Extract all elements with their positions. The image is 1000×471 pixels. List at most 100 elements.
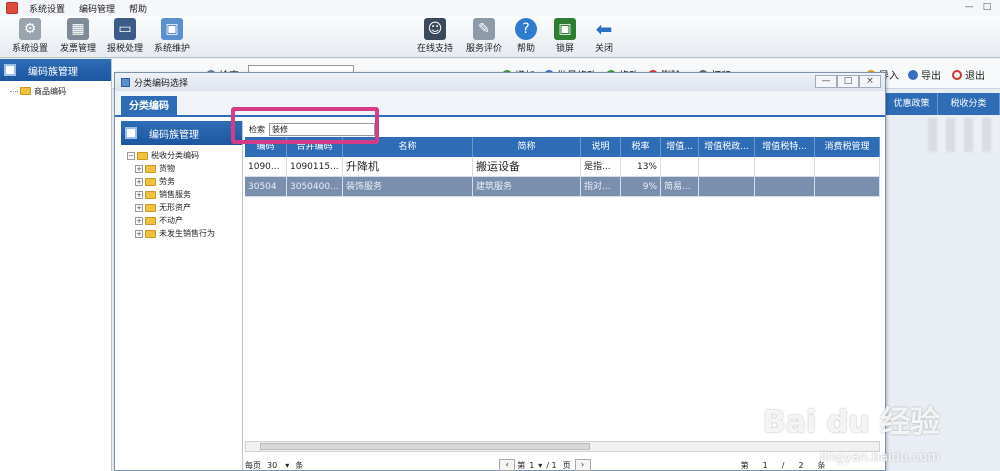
- tree-item-real-estate[interactable]: + 不动产: [121, 214, 242, 227]
- record-sep: /: [781, 460, 785, 470]
- tab-category-code[interactable]: 分类编码: [121, 96, 177, 117]
- export-icon: [908, 69, 918, 80]
- tax-code-tree-header: 编码族管理: [121, 121, 242, 145]
- code-family-pane: 编码族管理 商品编码: [0, 59, 112, 471]
- tree-item-intangible-assets[interactable]: + 无形资产: [121, 201, 242, 214]
- tree-item-labor[interactable]: + 劳务: [121, 175, 242, 188]
- table-row-selected[interactable]: 30504 3050400... 装饰服务 建筑服务 指对... 9% 简易..…: [245, 177, 880, 197]
- tree-item-label: 销售服务: [159, 190, 191, 199]
- pane-icon: [4, 64, 16, 76]
- tree-root-tax-code[interactable]: − 税收分类编码: [121, 149, 242, 162]
- expand-icon[interactable]: +: [135, 190, 143, 199]
- dialog-icon: [121, 77, 130, 87]
- blurred-content: [928, 118, 998, 152]
- minimize-button[interactable]: —: [962, 1, 976, 14]
- bg-column-header: 税收分类: [938, 93, 1000, 115]
- tree-item-label: 未发生销售行为: [159, 229, 215, 238]
- system-settings-label: 系统设置: [11, 44, 48, 54]
- monitor-icon: ▭: [114, 18, 136, 40]
- tree-item-goods[interactable]: + 货物: [121, 162, 242, 175]
- table-cell: 1090...: [245, 157, 287, 176]
- maintenance-icon: ▣: [161, 18, 183, 40]
- column-header[interactable]: 增值税特...: [755, 137, 815, 157]
- invoice-management-button[interactable]: ▦ 发票管理: [54, 18, 102, 56]
- search-highlight-frame: [231, 107, 379, 144]
- horizontal-scrollbar[interactable]: [245, 441, 880, 452]
- dialog-maximize-button[interactable]: □: [837, 75, 859, 88]
- dialog-minimize-button[interactable]: —: [815, 75, 837, 88]
- column-header[interactable]: 税率: [621, 137, 661, 157]
- column-header[interactable]: 消费税管理: [815, 137, 880, 157]
- page-total: / 1: [546, 460, 557, 470]
- gear-icon: ⚙: [19, 18, 41, 40]
- table-cell: 建筑服务: [473, 177, 581, 196]
- per-page-label: 每页: [245, 460, 261, 470]
- tax-code-table: 编码 合并编码 名称 简称 说明 税率 增值... 增值税政... 增值税特..…: [245, 137, 880, 197]
- lock-screen-label: 锁屏: [555, 44, 574, 54]
- table-cell: 指对...: [581, 177, 621, 196]
- column-header[interactable]: 简称: [473, 137, 581, 157]
- baidu-jingyan-watermark: Bai du 经验: [762, 405, 940, 440]
- menu-help[interactable]: 帮助: [122, 2, 154, 15]
- menu-bar: 系统设置 编码管理 帮助 — □: [0, 0, 1000, 16]
- table-cell: [755, 157, 815, 176]
- tax-filing-label: 报税处理: [106, 44, 143, 54]
- collapse-icon[interactable]: −: [127, 151, 135, 160]
- online-support-button[interactable]: ☺ 在线支持: [411, 18, 459, 56]
- page-label-pre: 第: [517, 460, 526, 470]
- per-page-select[interactable]: 30: [267, 461, 277, 470]
- main-toolbar: ⚙ 系统设置 ▦ 发票管理 ▭ 报税处理 ▣ 系统维护 ☺ 在线支持 ✎ 服务评…: [0, 16, 1000, 58]
- menu-system-settings[interactable]: 系统设置: [22, 2, 72, 15]
- close-label: 关闭: [594, 44, 613, 54]
- close-button[interactable]: ⬅ 关闭: [580, 18, 628, 56]
- expand-icon[interactable]: +: [135, 229, 143, 238]
- exit-button[interactable]: 退出: [952, 67, 985, 82]
- prev-page-button[interactable]: ‹: [499, 459, 516, 471]
- record-label-pre: 第: [740, 460, 749, 470]
- rating-icon: ✎: [473, 18, 495, 40]
- dialog-titlebar: 分类编码选择 — □ ×: [115, 73, 885, 91]
- per-page-unit: 条: [295, 460, 304, 470]
- table-cell: 13%: [621, 157, 661, 176]
- table-cell: [699, 177, 755, 196]
- service-rating-button[interactable]: ✎ 服务评价: [460, 18, 508, 56]
- tree-item-product-code[interactable]: 商品编码: [0, 84, 111, 98]
- export-button[interactable]: 导出: [908, 67, 941, 82]
- tree-item-no-sales[interactable]: + 未发生销售行为: [121, 227, 242, 240]
- current-page-input[interactable]: 1: [529, 461, 534, 470]
- table-cell: [661, 157, 699, 176]
- tax-filing-button[interactable]: ▭ 报税处理: [101, 18, 149, 56]
- table-cell: 装饰服务: [343, 177, 473, 196]
- lock-screen-icon: ▣: [554, 18, 576, 40]
- menu-code-management[interactable]: 编码管理: [72, 2, 122, 15]
- folder-icon: [145, 229, 156, 238]
- chevron-down-icon[interactable]: ▾: [538, 461, 542, 470]
- tree-item-label: 货物: [159, 164, 175, 173]
- column-header[interactable]: 说明: [581, 137, 621, 157]
- maximize-button[interactable]: □: [980, 1, 994, 14]
- chevron-down-icon[interactable]: ▾: [285, 461, 289, 470]
- exit-label: 退出: [965, 71, 985, 82]
- close-arrow-icon: ⬅: [595, 17, 613, 41]
- expand-icon[interactable]: +: [135, 177, 143, 186]
- table-cell: 30504: [245, 177, 287, 196]
- table-cell: 9%: [621, 177, 661, 196]
- system-settings-button[interactable]: ⚙ 系统设置: [6, 18, 54, 56]
- table-cell: [815, 157, 880, 176]
- table-cell: 简易...: [661, 177, 699, 196]
- table-row[interactable]: 1090... 1090115... 升降机 搬运设备 是指... 13%: [245, 157, 880, 177]
- code-family-pane-header: 编码族管理: [0, 59, 111, 81]
- table-cell: [755, 177, 815, 196]
- dialog-close-button[interactable]: ×: [859, 75, 881, 88]
- column-header[interactable]: 增值税政...: [699, 137, 755, 157]
- expand-icon[interactable]: +: [135, 164, 143, 173]
- expand-icon[interactable]: +: [135, 216, 143, 225]
- next-page-button[interactable]: ›: [574, 459, 591, 471]
- bg-column-header: 优惠政策: [886, 93, 938, 115]
- scrollbar-thumb[interactable]: [260, 443, 590, 450]
- expand-icon[interactable]: +: [135, 203, 143, 212]
- page-label-post: 页: [562, 460, 571, 470]
- tree-item-sales-service[interactable]: + 销售服务: [121, 188, 242, 201]
- system-maintenance-button[interactable]: ▣ 系统维护: [148, 18, 196, 56]
- column-header[interactable]: 增值...: [661, 137, 699, 157]
